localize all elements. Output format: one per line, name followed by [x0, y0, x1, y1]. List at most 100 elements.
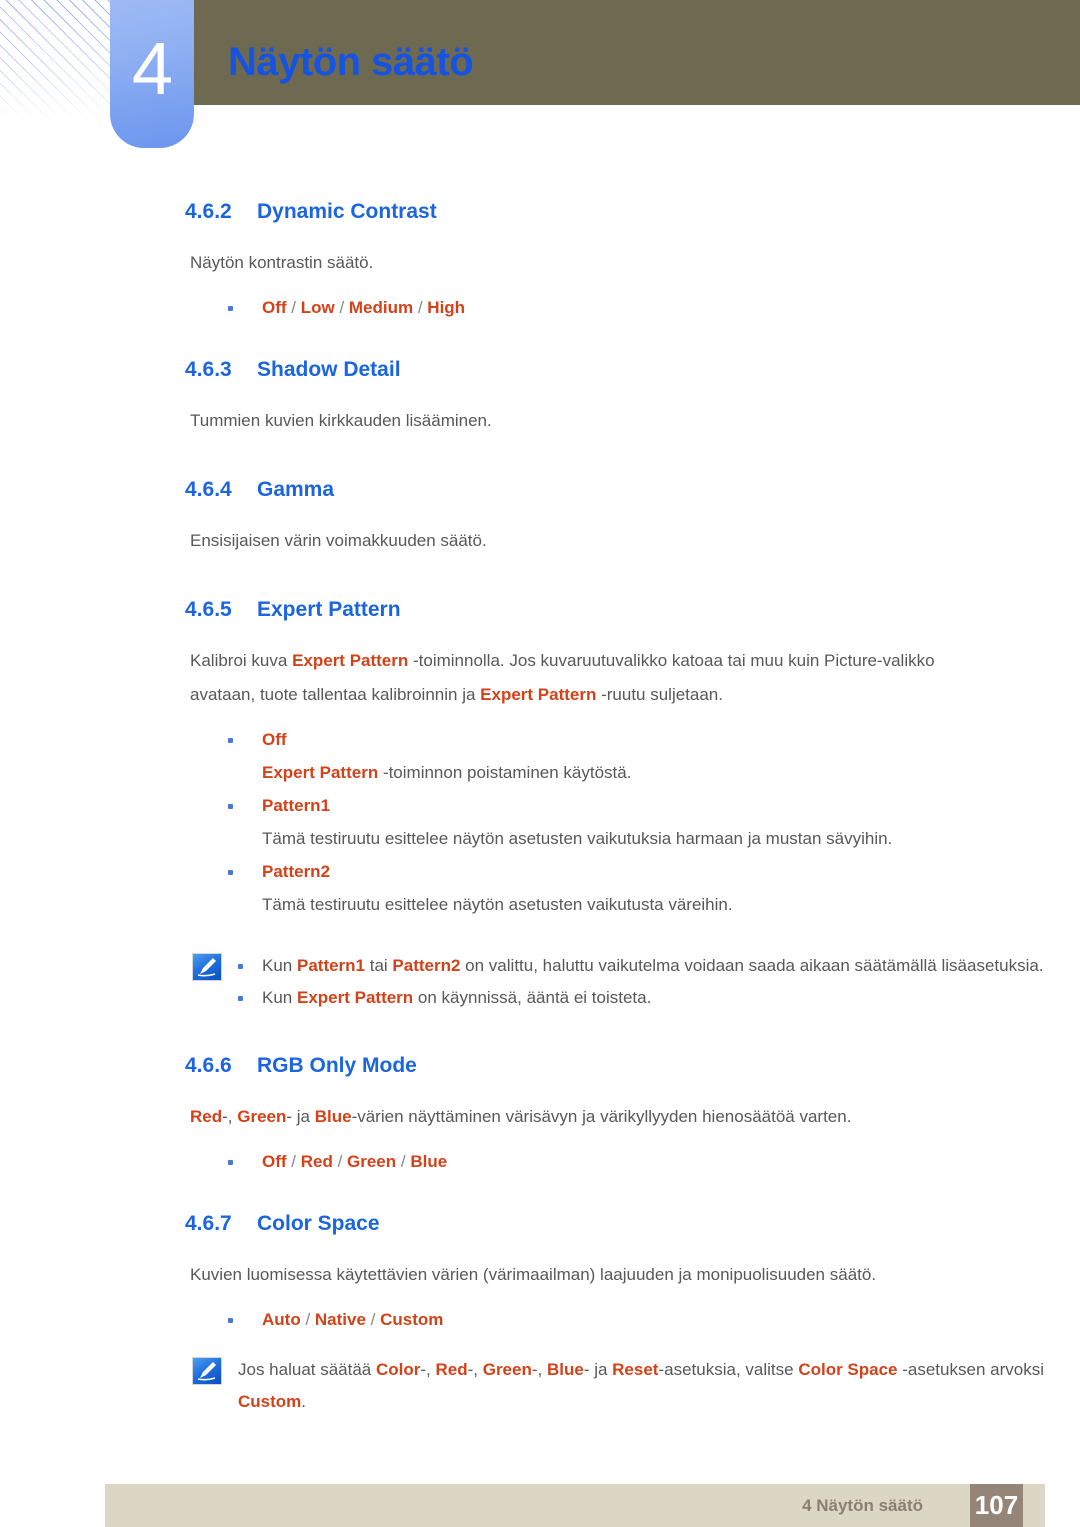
list-item: Auto / Native / Custom — [0, 1304, 1080, 1336]
section-number: 4.6.4 — [185, 478, 232, 501]
option-separator: / — [365, 1310, 381, 1329]
section-number: 4.6.3 — [185, 358, 232, 381]
section-body: Ensisijaisen värin voimakkuuden säätö. — [190, 531, 487, 550]
text-run: -, — [467, 1360, 483, 1379]
note-list: Kun Pattern1 tai Pattern2 on valittu, ha… — [190, 950, 1080, 1014]
section-heading: 4.6.4 Gamma — [0, 478, 1080, 502]
emphasis-term: Green — [482, 1360, 532, 1379]
option-value: Off — [262, 1152, 287, 1171]
section-body: Näytön kontrastin säätö. — [190, 253, 374, 272]
section-heading: 4.6.6 RGB Only Mode — [0, 1054, 1080, 1078]
section-title: Shadow Detail — [257, 358, 401, 381]
text-run: Tämä testiruutu esittelee näytön asetust… — [262, 829, 893, 848]
option-separator: / — [413, 298, 428, 317]
page-content: 4.6.2 Dynamic Contrast Näytön kontrastin … — [0, 200, 1080, 1418]
section-heading: 4.6.7 Color Space — [0, 1212, 1080, 1236]
section-title: RGB Only Mode — [257, 1054, 417, 1077]
emphasis-term: Red — [190, 1107, 223, 1126]
section-body: Red-, Green- ja Blue-värien näyttäminen … — [0, 1100, 980, 1134]
option-separator: / — [332, 1152, 348, 1171]
emphasis-term: Green — [237, 1107, 287, 1126]
section-expert-pattern: 4.6.5 Expert Pattern Kalibroi kuva Expert… — [0, 598, 1080, 922]
option-value: Native — [314, 1310, 366, 1329]
text-run: Kun — [262, 988, 297, 1007]
emphasis-term: Pattern2 — [392, 956, 461, 975]
option-value: Custom — [380, 1310, 444, 1329]
page-footer: 4 Näytön säätö 107 — [105, 1484, 1045, 1527]
option-list: Off / Low / Medium / High — [0, 292, 1080, 324]
option-value: Low — [300, 298, 335, 317]
option-value: Medium — [348, 298, 414, 317]
section-body: Kalibroi kuva Expert Pattern -toiminnoll… — [0, 644, 980, 712]
footer-page-number: 107 — [970, 1484, 1023, 1527]
list-item-description: Tämä testiruutu esittelee näytön asetust… — [0, 822, 1080, 856]
option-separator: / — [286, 1152, 301, 1171]
option-value: Green — [347, 1152, 397, 1171]
text-run: -toiminnon poistaminen käytöstä. — [378, 763, 632, 782]
text-run: Kalibroi kuva — [190, 651, 293, 670]
section-body: Kuvien luomisessa käytettävien värien (v… — [190, 1265, 877, 1284]
section-shadow-detail: 4.6.3 Shadow Detail Tummien kuvien kirkka… — [0, 358, 1080, 438]
footer-chapter-label: 4 Näytön säätö — [802, 1496, 923, 1515]
text-run: -, — [222, 1107, 238, 1126]
options-inline: Off / Red / Green / Blue — [262, 1152, 447, 1171]
section-title: Gamma — [257, 478, 335, 501]
note-box-color-space: Jos haluat säätää Color-, Red-, Green-, … — [0, 1354, 1080, 1418]
list-item: Off / Red / Green / Blue — [0, 1146, 1080, 1178]
option-separator: / — [286, 298, 301, 317]
option-value: Auto — [262, 1310, 301, 1329]
note-pen-icon — [192, 1357, 222, 1385]
section-number: 4.6.2 — [185, 200, 232, 223]
list-item-description: Tämä testiruutu esittelee näytön asetust… — [0, 888, 1080, 922]
list-item: Pattern2 — [0, 856, 1080, 888]
option-separator: / — [334, 298, 349, 317]
text-run: - ja — [286, 1107, 315, 1126]
text-run: -asetuksia, valitse — [658, 1360, 799, 1379]
chapter-title: Näytön säätö — [228, 40, 474, 84]
emphasis-term: Blue — [546, 1360, 584, 1379]
list-item: Off / Low / Medium / High — [0, 292, 1080, 324]
expert-pattern-options: Off Expert Pattern -toiminnon poistamine… — [0, 724, 1080, 922]
option-value: High — [427, 298, 466, 317]
options-inline: Auto / Native / Custom — [262, 1310, 443, 1329]
text-run: tai — [365, 956, 393, 975]
section-heading: 4.6.2 Dynamic Contrast — [0, 200, 1080, 224]
emphasis-term: Red — [435, 1360, 468, 1379]
text-run: Kun — [262, 956, 297, 975]
list-item: Pattern1 — [0, 790, 1080, 822]
page-header: 4 Näytön säätö — [0, 0, 1080, 160]
emphasis-term: Custom — [238, 1392, 302, 1411]
section-heading: 4.6.3 Shadow Detail — [0, 358, 1080, 382]
text-run: -ruutu suljetaan. — [596, 685, 723, 704]
emphasis-term: Color — [375, 1360, 421, 1379]
emphasis-term: Expert Pattern — [480, 685, 597, 704]
option-label: Off — [262, 730, 287, 749]
section-rgb-only-mode: 4.6.6 RGB Only Mode Red-, Green- ja Blue-… — [0, 1054, 1080, 1178]
text-run: -asetuksen arvoksi — [897, 1360, 1044, 1379]
emphasis-term: Blue — [314, 1107, 352, 1126]
option-value: Blue — [410, 1152, 448, 1171]
text-run: - ja — [583, 1360, 613, 1379]
section-color-space: 4.6.7 Color Space Kuvien luomisessa käyte… — [0, 1212, 1080, 1336]
emphasis-term: Expert Pattern — [296, 988, 414, 1007]
option-list: Auto / Native / Custom — [0, 1304, 1080, 1336]
emphasis-term: Color Space — [798, 1360, 898, 1379]
section-number: 4.6.7 — [185, 1212, 232, 1235]
section-heading: 4.6.5 Expert Pattern — [0, 598, 1080, 622]
option-value: Off — [262, 298, 287, 317]
section-title: Dynamic Contrast — [257, 200, 437, 223]
text-run: -värien näyttäminen värisävyn ja värikyl… — [351, 1107, 852, 1126]
section-body: Tummien kuvien kirkkauden lisääminen. — [190, 411, 492, 430]
note-box-expert-pattern: Kun Pattern1 tai Pattern2 on valittu, ha… — [0, 950, 1080, 1014]
note-item: Jos haluat säätää Color-, Red-, Green-, … — [190, 1354, 1048, 1418]
option-separator: / — [300, 1310, 315, 1329]
section-title: Color Space — [257, 1212, 380, 1235]
list-item-description: Expert Pattern -toiminnon poistaminen kä… — [0, 756, 1080, 790]
option-list: Off / Red / Green / Blue — [0, 1146, 1080, 1178]
text-run: Jos haluat säätää — [238, 1360, 376, 1379]
chapter-number-badge: 4 — [110, 0, 194, 148]
note-item: Kun Pattern1 tai Pattern2 on valittu, ha… — [190, 950, 1080, 982]
options-inline: Off / Low / Medium / High — [262, 298, 465, 317]
section-gamma: 4.6.4 Gamma Ensisijaisen värin voimakkuud… — [0, 478, 1080, 558]
text-run: -, — [420, 1360, 436, 1379]
